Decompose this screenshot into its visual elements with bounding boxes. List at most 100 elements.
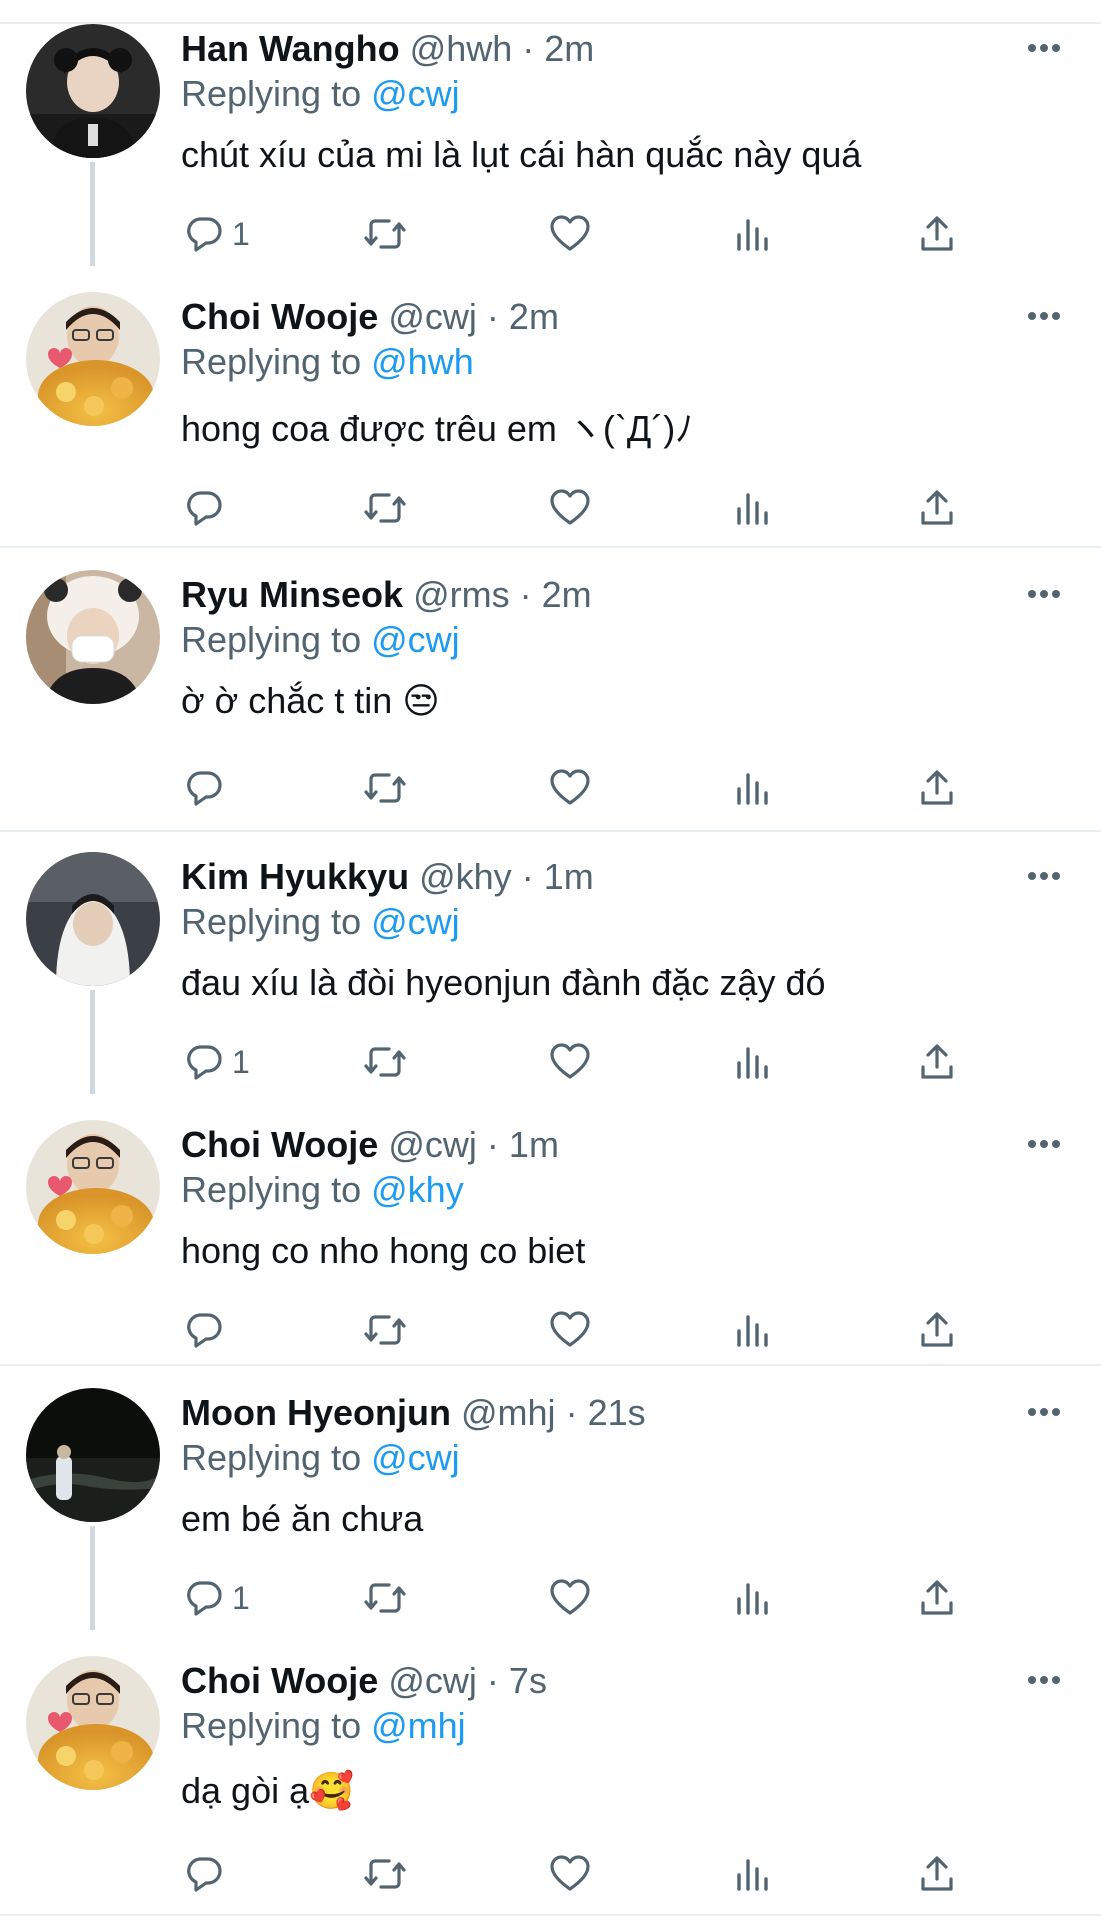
avatar[interactable] — [26, 1388, 160, 1522]
meta-separator: · — [486, 1124, 499, 1165]
like-icon — [550, 1579, 590, 1615]
meta-separator: · — [486, 296, 499, 337]
retweet-button[interactable] — [363, 1306, 407, 1354]
reply-button[interactable] — [182, 764, 232, 812]
like-button[interactable] — [549, 1850, 591, 1898]
retweet-button[interactable] — [363, 764, 407, 812]
mention-link[interactable]: @cwj — [371, 1437, 460, 1478]
mention-link[interactable]: @cwj — [371, 73, 460, 114]
display-name[interactable]: Choi Wooje — [181, 1660, 378, 1701]
timestamp[interactable]: 21s — [588, 1392, 646, 1433]
display-name[interactable]: Kim Hyukkyu — [181, 856, 409, 897]
reply-button[interactable]: 1 — [182, 210, 250, 258]
display-name[interactable]: Han Wangho — [181, 28, 400, 69]
share-button[interactable] — [919, 764, 955, 812]
views-icon — [737, 1047, 768, 1079]
share-button[interactable] — [919, 1850, 955, 1898]
tweet-header: Han Wangho @hwh · 2m — [181, 27, 594, 71]
avatar[interactable] — [26, 24, 160, 158]
retweet-button[interactable] — [363, 1574, 407, 1622]
display-name[interactable]: Choi Wooje — [181, 1124, 378, 1165]
conversation-divider — [0, 546, 1101, 548]
share-button[interactable] — [919, 484, 955, 532]
mention-link[interactable]: @hwh — [371, 341, 474, 382]
like-button[interactable] — [549, 1306, 591, 1354]
views-icon — [737, 1315, 768, 1347]
views-button[interactable] — [735, 764, 771, 812]
avatar[interactable] — [26, 292, 160, 426]
retweet-icon — [364, 1315, 406, 1345]
views-button[interactable] — [735, 210, 771, 258]
tweet-actions: 1 — [0, 210, 1101, 258]
share-button[interactable] — [919, 1574, 955, 1622]
more-icon[interactable] — [1026, 1138, 1062, 1150]
reply-button[interactable]: 1 — [182, 1574, 250, 1622]
like-button[interactable] — [549, 1038, 591, 1086]
tweet-header: Choi Wooje @cwj · 2m — [181, 295, 559, 339]
retweet-button[interactable] — [363, 210, 407, 258]
timestamp[interactable]: 1m — [544, 856, 594, 897]
share-button[interactable] — [919, 1038, 955, 1086]
views-button[interactable] — [735, 484, 771, 532]
like-button[interactable] — [549, 1574, 591, 1622]
reply-button[interactable] — [182, 1306, 232, 1354]
share-icon — [921, 490, 953, 525]
timestamp[interactable]: 2m — [542, 574, 592, 615]
handle[interactable]: @cwj — [388, 1660, 477, 1701]
reply-button[interactable] — [182, 484, 232, 532]
reply-icon — [187, 1581, 222, 1616]
retweet-button[interactable] — [363, 1850, 407, 1898]
reply-button[interactable]: 1 — [182, 1038, 250, 1086]
avatar[interactable] — [26, 570, 160, 704]
more-icon[interactable] — [1026, 588, 1062, 600]
handle[interactable]: @hwh — [410, 28, 513, 69]
share-icon — [921, 770, 953, 805]
views-button[interactable] — [735, 1850, 771, 1898]
tweet-text: ờ ờ chắc t tin 😒 — [181, 680, 440, 721]
avatar[interactable] — [26, 1656, 160, 1790]
reply-icon — [187, 771, 222, 806]
retweet-button[interactable] — [363, 1038, 407, 1086]
reply-count: 1 — [232, 1044, 250, 1080]
avatar[interactable] — [26, 852, 160, 986]
like-button[interactable] — [549, 484, 591, 532]
replying-to: Replying to @cwj — [181, 900, 460, 944]
views-button[interactable] — [735, 1038, 771, 1086]
timestamp[interactable]: 2m — [509, 296, 559, 337]
reply-button[interactable] — [182, 1850, 232, 1898]
views-button[interactable] — [735, 1574, 771, 1622]
tweet-text: dạ gòi ạ🥰 — [181, 1770, 354, 1811]
mention-link[interactable]: @mhj — [371, 1705, 466, 1746]
views-button[interactable] — [735, 1306, 771, 1354]
avatar[interactable] — [26, 1120, 160, 1254]
handle[interactable]: @rms — [413, 574, 510, 615]
mention-link[interactable]: @cwj — [371, 619, 460, 660]
more-icon[interactable] — [1026, 870, 1062, 882]
views-icon — [737, 1859, 768, 1891]
share-icon — [921, 1312, 953, 1347]
handle[interactable]: @khy — [419, 856, 512, 897]
replying-to: Replying to @cwj — [181, 1436, 460, 1480]
like-button[interactable] — [549, 764, 591, 812]
mention-link[interactable]: @cwj — [371, 901, 460, 942]
display-name[interactable]: Moon Hyeonjun — [181, 1392, 451, 1433]
handle[interactable]: @cwj — [388, 1124, 477, 1165]
share-button[interactable] — [919, 210, 955, 258]
like-button[interactable] — [549, 210, 591, 258]
share-button[interactable] — [919, 1306, 955, 1354]
handle[interactable]: @cwj — [388, 296, 477, 337]
display-name[interactable]: Ryu Minseok — [181, 574, 403, 615]
display-name[interactable]: Choi Wooje — [181, 296, 378, 337]
mention-link[interactable]: @khy — [371, 1169, 464, 1210]
handle[interactable]: @mhj — [461, 1392, 556, 1433]
timestamp[interactable]: 2m — [544, 28, 594, 69]
replying-label: Replying to — [181, 73, 362, 114]
more-icon[interactable] — [1026, 1406, 1062, 1418]
retweet-icon — [364, 219, 406, 249]
retweet-button[interactable] — [363, 484, 407, 532]
timestamp[interactable]: 7s — [509, 1660, 547, 1701]
more-icon[interactable] — [1026, 42, 1062, 54]
more-icon[interactable] — [1026, 1674, 1062, 1686]
more-icon[interactable] — [1026, 310, 1062, 322]
timestamp[interactable]: 1m — [509, 1124, 559, 1165]
